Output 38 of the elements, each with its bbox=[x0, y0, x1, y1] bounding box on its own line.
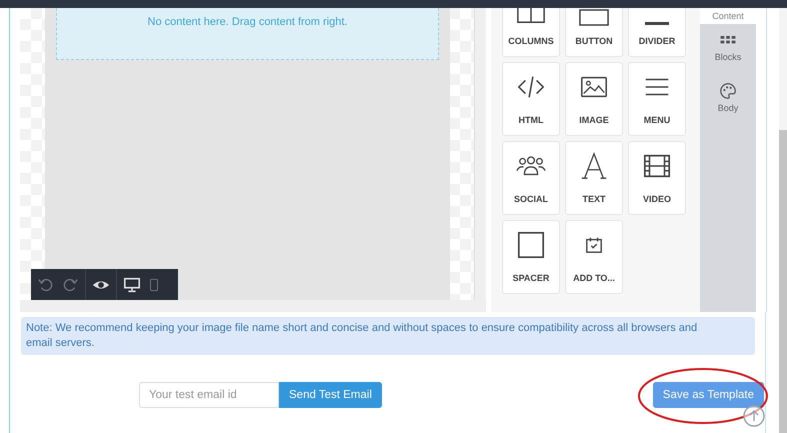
content-tile[interactable]: IMAGE bbox=[565, 62, 623, 136]
desktop-icon[interactable] bbox=[123, 276, 141, 294]
scroll-up-icon[interactable] bbox=[743, 405, 765, 427]
tile-label: ADD TO... bbox=[573, 273, 615, 283]
tile-label: IMAGE bbox=[579, 115, 609, 125]
tile-label: COLUMNS bbox=[508, 36, 554, 46]
button-icon bbox=[579, 9, 609, 26]
square-icon bbox=[516, 230, 546, 260]
tile-label: BUTTON bbox=[575, 36, 613, 46]
tile-label: TEXT bbox=[582, 194, 606, 204]
calendar-icon bbox=[585, 236, 603, 254]
content-tile[interactable]: TEXT bbox=[565, 141, 623, 215]
palette-icon bbox=[719, 82, 737, 100]
content-tile[interactable]: SOCIAL bbox=[502, 141, 560, 215]
empty-message: No content here. Drag content from right. bbox=[148, 16, 348, 30]
divider-icon bbox=[644, 21, 670, 26]
tile-label: SPACER bbox=[512, 273, 550, 283]
tile-label: SOCIAL bbox=[514, 194, 548, 204]
vertical-scrollbar[interactable] bbox=[474, 8, 486, 300]
sidebar-tab[interactable]: Blocks bbox=[700, 24, 756, 70]
content-tile[interactable]: COLUMNS bbox=[502, 8, 560, 57]
content-tile[interactable]: ADD TO... bbox=[565, 220, 623, 294]
note-message: Note: We recommend keeping your image file name short and concise and without spaces to ensure compatibility across all browsers and email servers. bbox=[21, 317, 755, 355]
tile-label: VIDEO bbox=[642, 194, 671, 204]
horizontal-scrollbar[interactable] bbox=[20, 300, 486, 312]
content-tile[interactable]: DIVIDER bbox=[628, 8, 686, 57]
letter-a-icon bbox=[579, 151, 609, 181]
sidebar-tab[interactable]: Body bbox=[700, 70, 756, 121]
tile-label: DIVIDER bbox=[638, 36, 676, 46]
tile-label: MENU bbox=[644, 115, 670, 125]
content-tile[interactable]: BUTTON bbox=[565, 8, 623, 57]
content-tile[interactable]: MENU bbox=[628, 62, 686, 136]
content-tile[interactable]: SPACER bbox=[502, 220, 560, 294]
page-scrollbar[interactable] bbox=[779, 8, 787, 433]
tile-label: HTML bbox=[518, 115, 544, 125]
test-email-field[interactable]: Your test email id bbox=[139, 382, 279, 408]
content-tile[interactable]: HTML bbox=[502, 62, 560, 136]
content-tile[interactable]: VIDEO bbox=[628, 141, 686, 215]
